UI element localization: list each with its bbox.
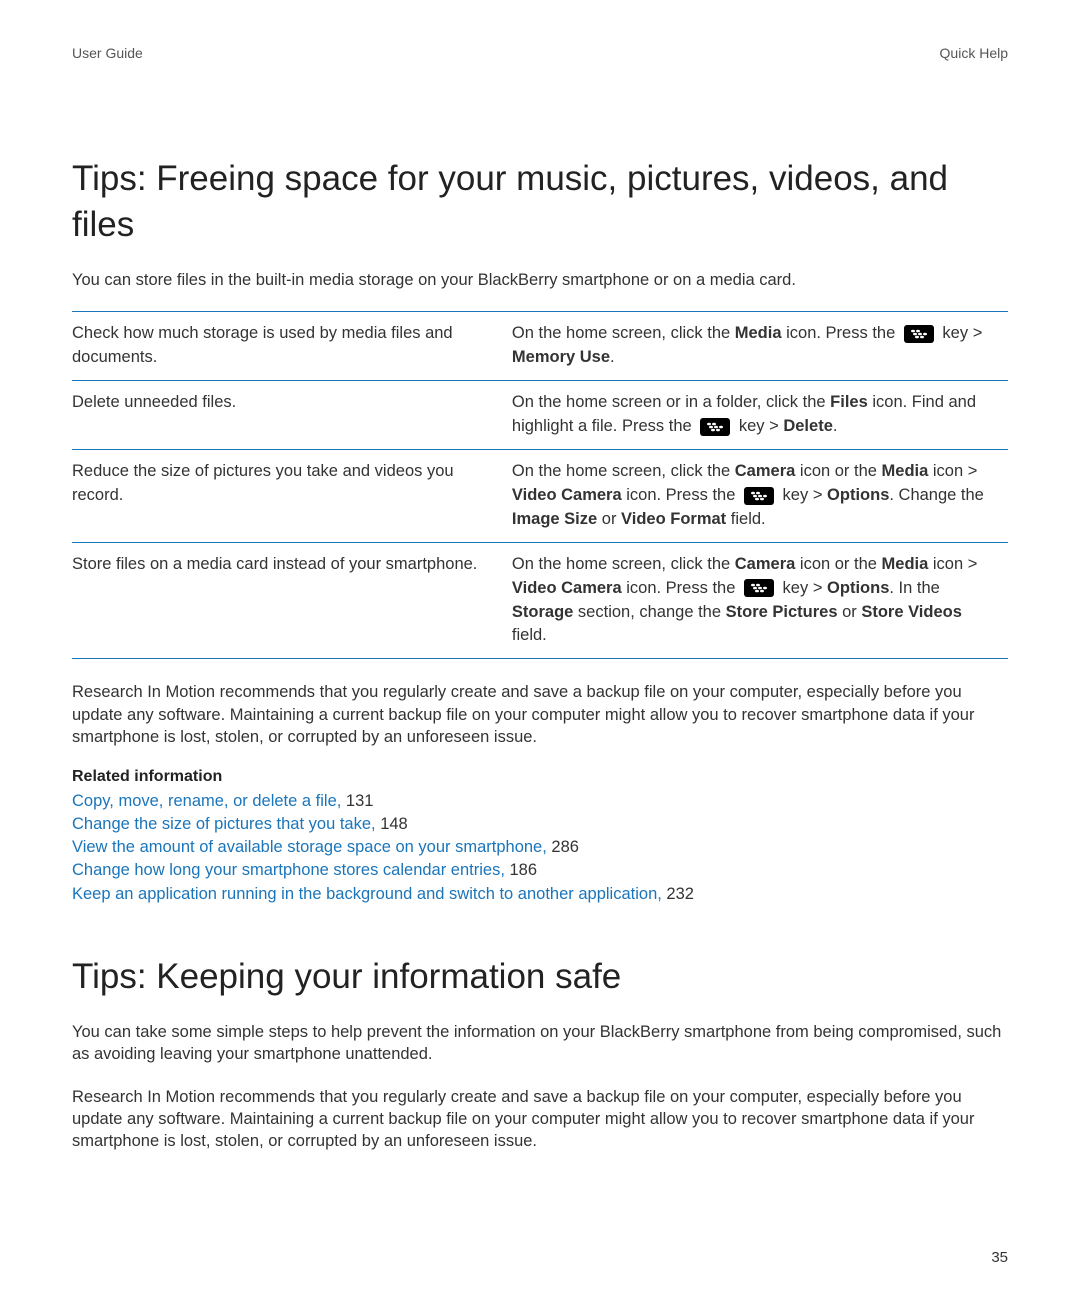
- related-link-line: Copy, move, rename, or delete a file, 13…: [72, 790, 1008, 813]
- blackberry-key-icon: [700, 418, 730, 436]
- table-row: Check how much storage is used by media …: [72, 312, 1008, 381]
- tip-task: Check how much storage is used by media …: [72, 312, 512, 381]
- blackberry-key-icon: [744, 487, 774, 505]
- heading-freeing-space: Tips: Freeing space for your music, pict…: [72, 156, 1008, 247]
- related-link[interactable]: Change how long your smartphone stores c…: [72, 861, 505, 879]
- tip-instruction: On the home screen or in a folder, click…: [512, 381, 1008, 450]
- related-link-line: View the amount of available storage spa…: [72, 836, 1008, 859]
- related-link-line: Change the size of pictures that you tak…: [72, 813, 1008, 836]
- safe-paragraph-1: You can take some simple steps to help p…: [72, 1021, 1008, 1066]
- blackberry-key-icon: [744, 579, 774, 597]
- safe-paragraph-2: Research In Motion recommends that you r…: [72, 1086, 1008, 1153]
- tip-instruction: On the home screen, click the Camera ico…: [512, 449, 1008, 542]
- tip-task: Delete unneeded files.: [72, 381, 512, 450]
- table-row: Delete unneeded files.On the home screen…: [72, 381, 1008, 450]
- related-link[interactable]: Change the size of pictures that you tak…: [72, 815, 376, 833]
- blackberry-key-icon: [904, 325, 934, 343]
- backup-note: Research In Motion recommends that you r…: [72, 681, 1008, 748]
- related-link[interactable]: Keep an application running in the backg…: [72, 885, 662, 903]
- related-link-line: Change how long your smartphone stores c…: [72, 859, 1008, 882]
- related-link[interactable]: View the amount of available storage spa…: [72, 838, 547, 856]
- table-row: Store files on a media card instead of y…: [72, 542, 1008, 659]
- tip-instruction: On the home screen, click the Camera ico…: [512, 542, 1008, 659]
- tip-task: Store files on a media card instead of y…: [72, 542, 512, 659]
- page-number: 35: [991, 1249, 1008, 1266]
- related-info-heading: Related information: [72, 768, 1008, 786]
- related-link-line: Keep an application running in the backg…: [72, 883, 1008, 906]
- page-header: User Guide Quick Help: [72, 45, 1008, 61]
- intro-paragraph: You can store files in the built-in medi…: [72, 269, 1008, 291]
- related-link[interactable]: Copy, move, rename, or delete a file,: [72, 792, 341, 810]
- tips-table: Check how much storage is used by media …: [72, 311, 1008, 659]
- tip-instruction: On the home screen, click the Media icon…: [512, 312, 1008, 381]
- tip-task: Reduce the size of pictures you take and…: [72, 449, 512, 542]
- header-left: User Guide: [72, 45, 143, 61]
- table-row: Reduce the size of pictures you take and…: [72, 449, 1008, 542]
- header-right: Quick Help: [940, 45, 1008, 61]
- heading-keeping-safe: Tips: Keeping your information safe: [72, 954, 1008, 1000]
